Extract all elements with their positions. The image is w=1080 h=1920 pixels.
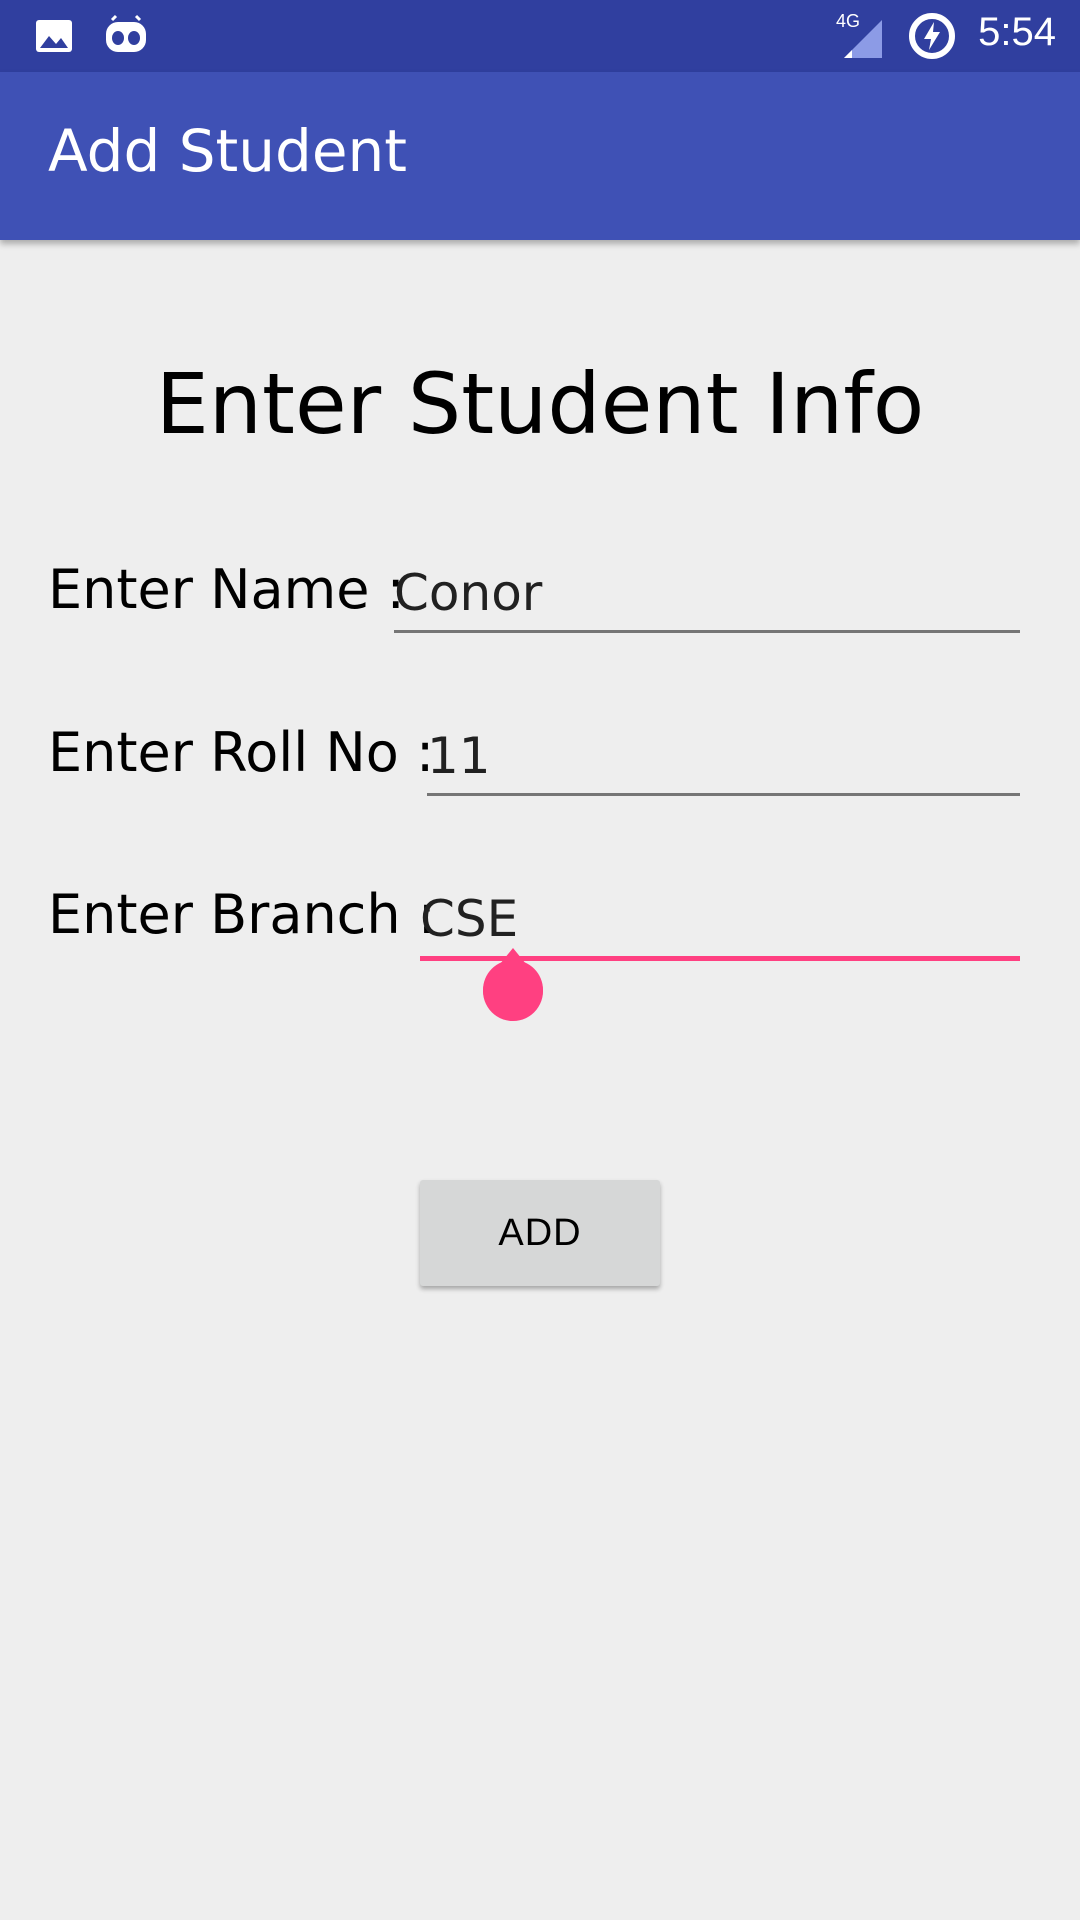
app-bar-title: Add Student [48, 117, 408, 185]
name-field[interactable]: Conor [394, 558, 1020, 633]
network-type-label: 4G [836, 11, 860, 31]
roll-no-field[interactable]: 11 [427, 721, 1020, 796]
status-bar: 4G 5:54 [0, 0, 1080, 72]
image-icon [34, 16, 74, 60]
roll-no-label: Enter Roll No : [48, 721, 435, 784]
roll-no-value: 11 [427, 727, 491, 785]
android-robot-icon [104, 14, 148, 60]
branch-value: CSE [420, 890, 519, 948]
add-button[interactable]: ADD [420, 1180, 660, 1286]
battery-charging-icon [908, 12, 956, 64]
branch-label: Enter Branch : [48, 883, 436, 946]
name-label: Enter Name : [48, 558, 405, 621]
name-value: Conor [394, 564, 543, 622]
app-bar: Add Student [0, 72, 1080, 240]
screen: 4G 5:54 Add Student Enter Student Info E… [0, 0, 1080, 1920]
form-heading: Enter Student Info [155, 355, 925, 453]
text-cursor-handle[interactable] [482, 948, 544, 1026]
status-time: 5:54 [978, 10, 1056, 54]
signal-icon: 4G [836, 10, 884, 64]
